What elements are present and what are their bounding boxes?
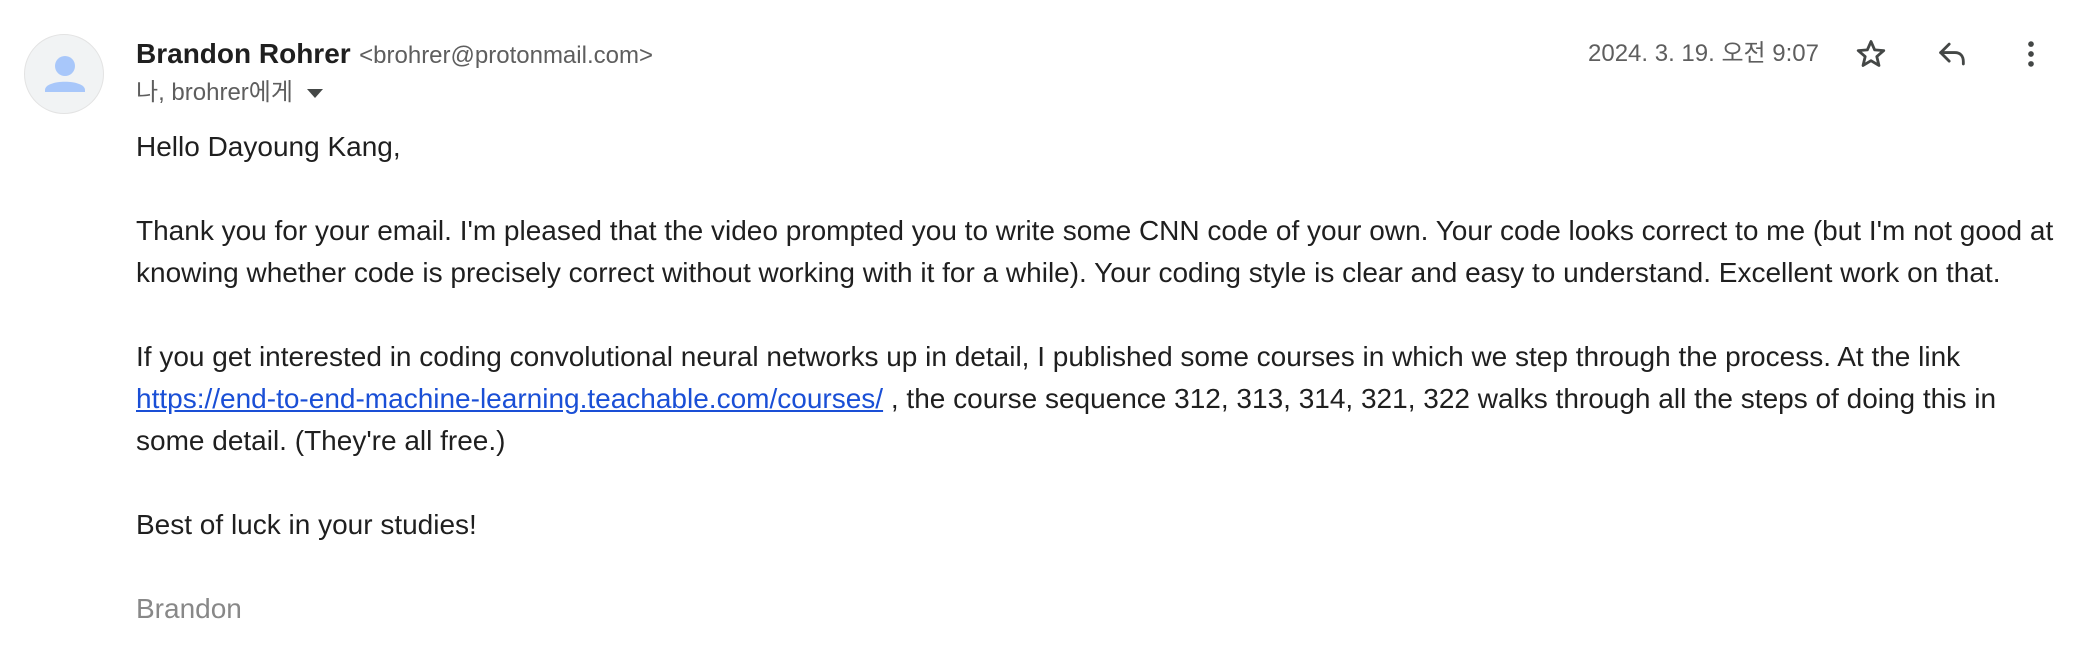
person-icon xyxy=(45,56,85,92)
more-options-button[interactable] xyxy=(2011,34,2051,74)
avatar[interactable] xyxy=(24,34,104,114)
recipients: 나, brohrer에게 xyxy=(136,79,293,106)
reply-icon xyxy=(1939,42,1965,66)
star-icon xyxy=(1856,40,1886,67)
sender-line: Brandon Rohrer <brohrer@protonmail.com> xyxy=(136,36,653,77)
sender-email: <brohrer@protonmail.com> xyxy=(359,42,653,69)
paragraph-text: If you get interested in coding convolut… xyxy=(136,341,1961,372)
recipient-line: 나, brohrer에게 xyxy=(136,76,323,110)
email-signature: Brandon xyxy=(136,593,242,624)
star-button[interactable] xyxy=(1851,34,1891,74)
more-vert-icon xyxy=(2028,41,2034,67)
sender-name[interactable]: Brandon Rohrer xyxy=(136,38,351,69)
email-date: 2024. 3. 19. 오전 9:07 xyxy=(1588,40,1819,67)
email-paragraph: Thank you for your email. I'm pleased th… xyxy=(136,215,2054,288)
chevron-down-icon[interactable] xyxy=(306,88,323,98)
email-greeting: Hello Dayoung Kang, xyxy=(136,131,401,162)
courses-link[interactable]: https://end-to-end-machine-learning.teac… xyxy=(136,383,883,414)
reply-button[interactable] xyxy=(1932,34,1972,74)
email-body: Hello Dayoung Kang, Thank you for your e… xyxy=(136,126,2066,672)
email-closing: Best of luck in your studies! xyxy=(136,509,477,540)
email-paragraph: If you get interested in coding convolut… xyxy=(136,336,2066,462)
